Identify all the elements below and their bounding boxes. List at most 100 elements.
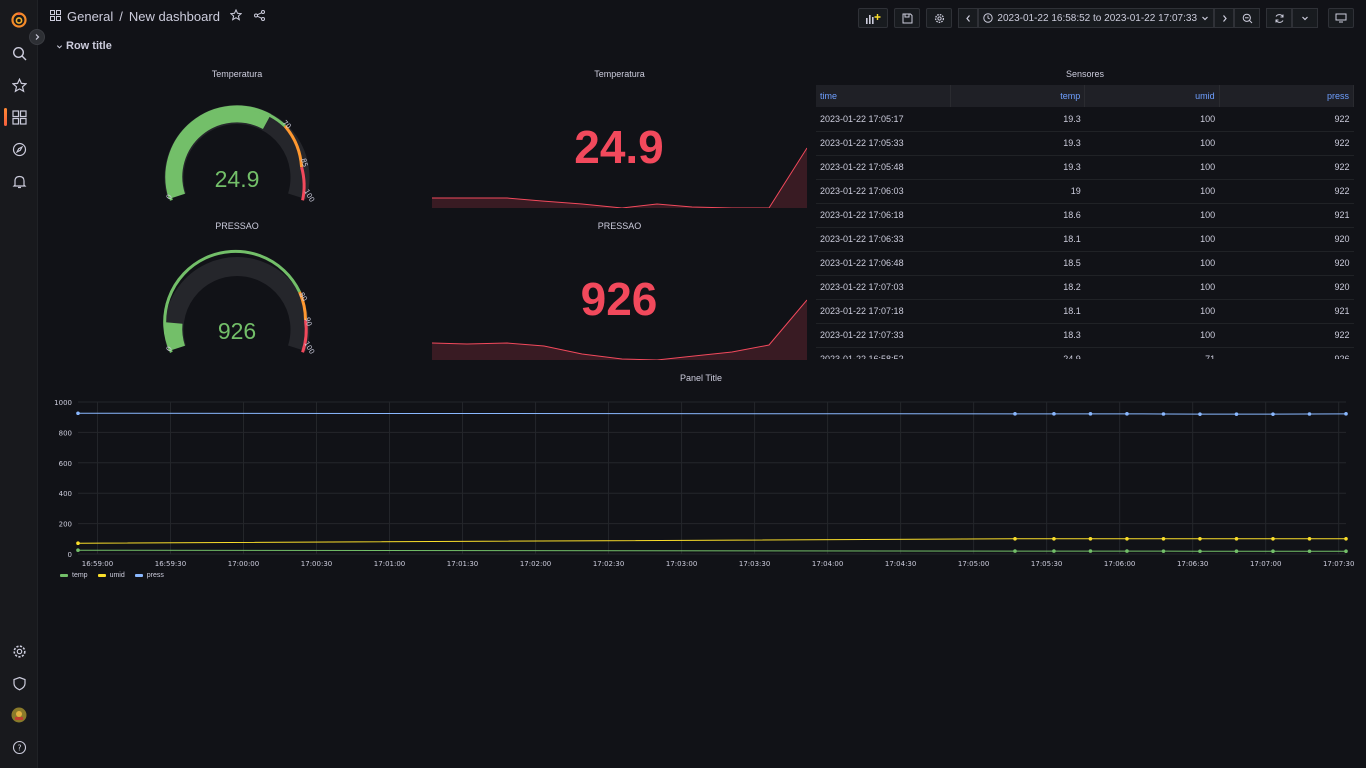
legend-item-temp[interactable]: temp — [60, 572, 88, 579]
data-point-press[interactable] — [1161, 412, 1166, 416]
star-icon[interactable] — [9, 75, 29, 95]
panel-title-stat-press[interactable]: PRESSAO — [432, 221, 807, 231]
panel-title-stat-temp[interactable]: Temperatura — [432, 69, 807, 79]
table-cell-time: 2023-01-22 17:06:48 — [816, 251, 951, 276]
data-point-temp[interactable] — [1234, 549, 1239, 553]
cycle-view-mode-button[interactable] — [1328, 8, 1354, 28]
table-cell-temp: 18.1 — [950, 227, 1085, 252]
series-line-umid — [77, 538, 1346, 544]
data-point-temp[interactable] — [1125, 549, 1129, 553]
refresh-button[interactable] — [1266, 8, 1292, 28]
help-icon[interactable]: ? — [9, 737, 29, 757]
data-point-press[interactable] — [1234, 412, 1239, 416]
panel-title-table[interactable]: Sensores — [816, 69, 1354, 79]
table-header-row: time temp umid press — [816, 85, 1354, 107]
explore-compass-icon[interactable] — [9, 139, 29, 159]
save-dashboard-button[interactable] — [894, 8, 921, 28]
time-range-picker[interactable]: 2023-01-22 16:58:52 to 2023-01-22 17:07:… — [978, 8, 1214, 28]
panel-title-gauge-temp[interactable]: Temperatura — [48, 69, 426, 79]
breadcrumb-dashboard-title[interactable]: New dashboard — [129, 9, 220, 24]
x-tick-label: 17:05:30 — [1031, 560, 1062, 568]
table-cell-umid: 100 — [1084, 227, 1220, 252]
data-point-press[interactable] — [1088, 412, 1093, 416]
table-cell-press: 922 — [1219, 323, 1354, 348]
legend-item-umid[interactable]: umid — [97, 572, 125, 579]
data-point-temp[interactable] — [1344, 549, 1348, 554]
data-point-temp[interactable] — [1013, 549, 1017, 553]
data-point-press[interactable] — [1198, 412, 1202, 416]
data-point-umid[interactable] — [1307, 537, 1312, 541]
zoom-out-button[interactable] — [1234, 8, 1260, 28]
data-point-press[interactable] — [1052, 412, 1056, 416]
column-header-temp[interactable]: temp — [950, 85, 1086, 107]
data-point-umid[interactable] — [1125, 537, 1129, 541]
configuration-gear-icon[interactable] — [9, 641, 29, 661]
search-icon[interactable] — [9, 43, 29, 63]
legend-item-press[interactable]: press — [134, 572, 164, 579]
table-cell-time: 2023-01-22 16:58:52 — [816, 347, 951, 359]
data-point-temp[interactable] — [1052, 549, 1056, 553]
sidebar-expand-button[interactable] — [29, 29, 45, 45]
chevron-right-icon — [1222, 14, 1227, 22]
time-shift-forward-button[interactable] — [1214, 8, 1234, 28]
share-icon[interactable] — [253, 9, 265, 24]
user-avatar-icon[interactable] — [9, 705, 29, 725]
panel-title-timeseries[interactable]: Panel Title — [48, 373, 1354, 383]
data-point-temp[interactable] — [1088, 549, 1093, 553]
server-admin-shield-icon[interactable] — [9, 673, 29, 693]
grafana-logo-icon[interactable] — [9, 10, 29, 30]
data-point-umid[interactable] — [1088, 537, 1093, 541]
data-point-umid[interactable] — [1271, 537, 1275, 541]
alerting-bell-icon[interactable] — [9, 171, 29, 191]
panel-title-gauge-press[interactable]: PRESSAO — [48, 221, 426, 231]
row-title: Row title — [66, 40, 112, 52]
table-cell-umid: 71 — [1084, 347, 1220, 359]
data-point-temp[interactable] — [1198, 549, 1202, 554]
chevron-left-icon — [966, 14, 970, 22]
time-shift-back-button[interactable] — [958, 8, 979, 28]
data-point-umid[interactable] — [1013, 537, 1017, 541]
add-panel-button[interactable] — [858, 8, 889, 28]
x-tick-label: 17:04:00 — [812, 560, 843, 568]
data-point-temp[interactable] — [76, 548, 80, 553]
dashboard-settings-button[interactable] — [926, 8, 953, 28]
data-point-umid[interactable] — [1198, 537, 1202, 541]
save-icon — [902, 13, 913, 23]
sensores-table[interactable]: time temp umid press 2023-01-22 17:05:17… — [816, 85, 1354, 359]
data-point-press[interactable] — [1125, 412, 1129, 416]
x-tick-label: 17:04:30 — [885, 560, 916, 568]
column-header-press[interactable]: press — [1219, 85, 1354, 107]
settings-gear-icon — [934, 13, 944, 23]
x-tick-label: 16:59:00 — [82, 560, 113, 568]
column-header-umid[interactable]: umid — [1084, 85, 1220, 107]
table-cell-time: 2023-01-22 17:06:03 — [816, 179, 951, 204]
table-body: 2023-01-22 17:05:17 19.3 100 922 2023-01-22 … — [816, 107, 1354, 359]
refresh-icon — [1275, 13, 1283, 23]
legend-swatch — [60, 574, 68, 577]
data-point-press[interactable] — [76, 411, 80, 416]
data-point-umid[interactable] — [1052, 537, 1056, 541]
column-header-time[interactable]: time — [816, 85, 951, 107]
table-cell-press: 922 — [1219, 131, 1354, 156]
data-point-umid[interactable] — [76, 541, 80, 546]
dashboards-icon[interactable] — [9, 107, 29, 127]
data-point-temp[interactable] — [1161, 549, 1166, 553]
favorite-star-icon[interactable] — [229, 8, 243, 24]
data-point-temp[interactable] — [1271, 549, 1275, 554]
data-point-press[interactable] — [1271, 412, 1275, 416]
data-point-press[interactable] — [1307, 412, 1312, 416]
data-point-umid[interactable] — [1344, 537, 1348, 541]
data-point-press[interactable] — [1344, 412, 1348, 416]
series-line-temp — [77, 549, 1347, 552]
timeseries-chart[interactable]: 0 200 400 600 800 1000 16:59:00 16:59:30 17:00:0… — [48, 392, 1354, 572]
data-point-umid[interactable] — [1234, 537, 1239, 541]
clock-icon — [983, 13, 994, 23]
table-cell-temp: 18.1 — [950, 299, 1085, 324]
data-point-press[interactable] — [1013, 412, 1017, 416]
dashboard-row-header[interactable]: Row title — [56, 40, 112, 52]
table-row: 2023-01-22 17:05:17 19.3 100 922 — [816, 107, 1354, 132]
breadcrumb-folder[interactable]: General — [67, 9, 113, 24]
data-point-umid[interactable] — [1161, 537, 1166, 541]
data-point-temp[interactable] — [1307, 549, 1312, 554]
refresh-interval-dropdown[interactable] — [1292, 8, 1318, 28]
